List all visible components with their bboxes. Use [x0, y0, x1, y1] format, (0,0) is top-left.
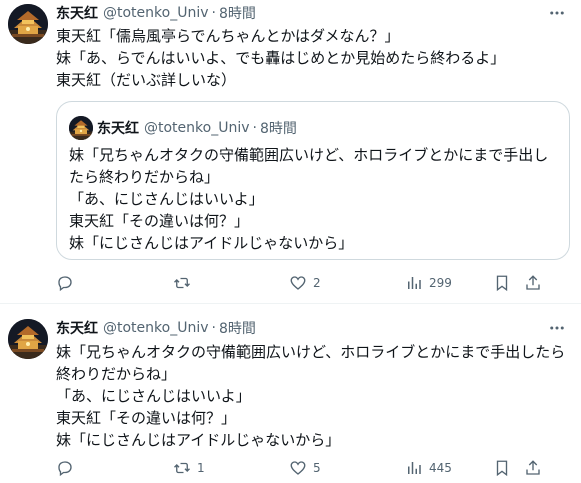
author-handle[interactable]: @totenko_Univ — [103, 5, 209, 21]
retweet-icon — [174, 277, 190, 289]
retweet-button[interactable] — [173, 273, 197, 293]
tweet-text-line: 終わりだからね」 — [56, 365, 177, 383]
tweet-text-line: 妹「にじさんじはアイドルじゃないから」 — [56, 431, 341, 449]
views-count: 445 — [429, 461, 452, 475]
reply-icon — [58, 461, 72, 477]
tweet-header: 东天红 @totenko_Univ · 8時間 — [56, 318, 256, 338]
share-icon — [526, 460, 540, 475]
tweet-1[interactable]: 东天红 @totenko_Univ · 8時間 東天紅「儒烏風亭らでんちゃんとか… — [0, 0, 581, 303]
timestamp[interactable]: 8時間 — [219, 3, 256, 23]
quoted-text-line: 妹「兄ちゃんオタクの守備範囲広いけど、ホロライブとかにまで手出し — [69, 146, 549, 164]
bookmark-icon — [496, 275, 508, 292]
separator: · — [211, 5, 216, 21]
tweet-2[interactable]: 东天红 @totenko_Univ · 8時間 妹「兄ちゃんオタクの守備範囲広い… — [0, 304, 581, 483]
retweet-icon — [174, 462, 190, 474]
like-count: 5 — [313, 461, 321, 475]
tweet-text-line: 妹「あ、らでんはいいよ、でも轟はじめとか見始めたら終わるよ」 — [56, 49, 506, 67]
author-name[interactable]: 东天红 — [56, 3, 98, 23]
avatar[interactable] — [8, 4, 48, 44]
retweet-count: 1 — [197, 461, 205, 475]
tweet-text-line: 東天紅（だいぶ詳しいな） — [56, 71, 237, 89]
quoted-author-name: 东天红 — [97, 121, 139, 137]
tweet-actions: 1 5 445 — [56, 458, 570, 478]
views-button[interactable]: 299 — [405, 273, 452, 293]
like-button[interactable]: 5 — [289, 458, 321, 478]
more-options-button[interactable] — [545, 3, 569, 23]
like-count: 2 — [313, 276, 321, 290]
author-name[interactable]: 东天红 — [56, 318, 98, 338]
bookmark-icon — [496, 460, 508, 477]
reply-icon — [58, 276, 72, 292]
quoted-text-line: たら終わりだからね」 — [69, 168, 220, 186]
quoted-avatar — [69, 116, 93, 140]
like-button[interactable]: 2 — [289, 273, 321, 293]
tweet-header: 东天红 @totenko_Univ · 8時間 — [56, 3, 256, 23]
views-button[interactable]: 445 — [405, 458, 452, 478]
reply-button[interactable] — [56, 458, 80, 478]
heart-icon — [290, 276, 306, 290]
more-options-button[interactable] — [545, 318, 569, 338]
bookmark-button[interactable] — [493, 458, 511, 478]
more-horizontal-icon — [550, 326, 564, 330]
views-icon — [408, 462, 421, 474]
avatar[interactable] — [8, 319, 48, 359]
share-icon — [526, 275, 540, 290]
quoted-text-line: 東天紅「その違いは何？」 — [69, 212, 250, 230]
share-button[interactable] — [524, 458, 542, 478]
views-icon — [408, 277, 421, 289]
tweet-text-line: 「あ、にじさんじはいいよ」 — [56, 387, 251, 405]
tweet-text-line: 妹「兄ちゃんオタクの守備範囲広いけど、ホロライブとかにまで手出したら — [56, 343, 566, 361]
timestamp[interactable]: 8時間 — [219, 318, 256, 338]
views-count: 299 — [429, 276, 452, 290]
quoted-tweet[interactable]: 东天红 @totenko_Univ · 8時間 妹「兄ちゃんオタクの守備範囲広い… — [56, 101, 570, 260]
quoted-timestamp: 8時間 — [259, 121, 297, 137]
share-button[interactable] — [524, 273, 542, 293]
separator: · — [211, 320, 216, 336]
author-handle[interactable]: @totenko_Univ — [103, 320, 209, 336]
separator: · — [252, 120, 257, 136]
tweet-text-line: 東天紅「儒烏風亭らでんちゃんとかはダメなん？」 — [56, 27, 400, 45]
quoted-text-line: 妹「にじさんじはアイドルじゃないから」 — [69, 234, 354, 252]
reply-button[interactable] — [56, 273, 80, 293]
quoted-text-line: 「あ、にじさんじはいいよ」 — [69, 190, 264, 208]
tweet-text-line: 東天紅「その違いは何？」 — [56, 409, 237, 427]
more-horizontal-icon — [550, 11, 564, 15]
heart-icon — [290, 461, 306, 475]
bookmark-button[interactable] — [493, 273, 511, 293]
tweet-actions: 2 299 — [56, 273, 570, 293]
retweet-button[interactable]: 1 — [173, 458, 205, 478]
quoted-author-handle: @totenko_Univ — [144, 120, 250, 136]
quoted-header: 东天红 @totenko_Univ · 8時間 — [97, 118, 297, 138]
